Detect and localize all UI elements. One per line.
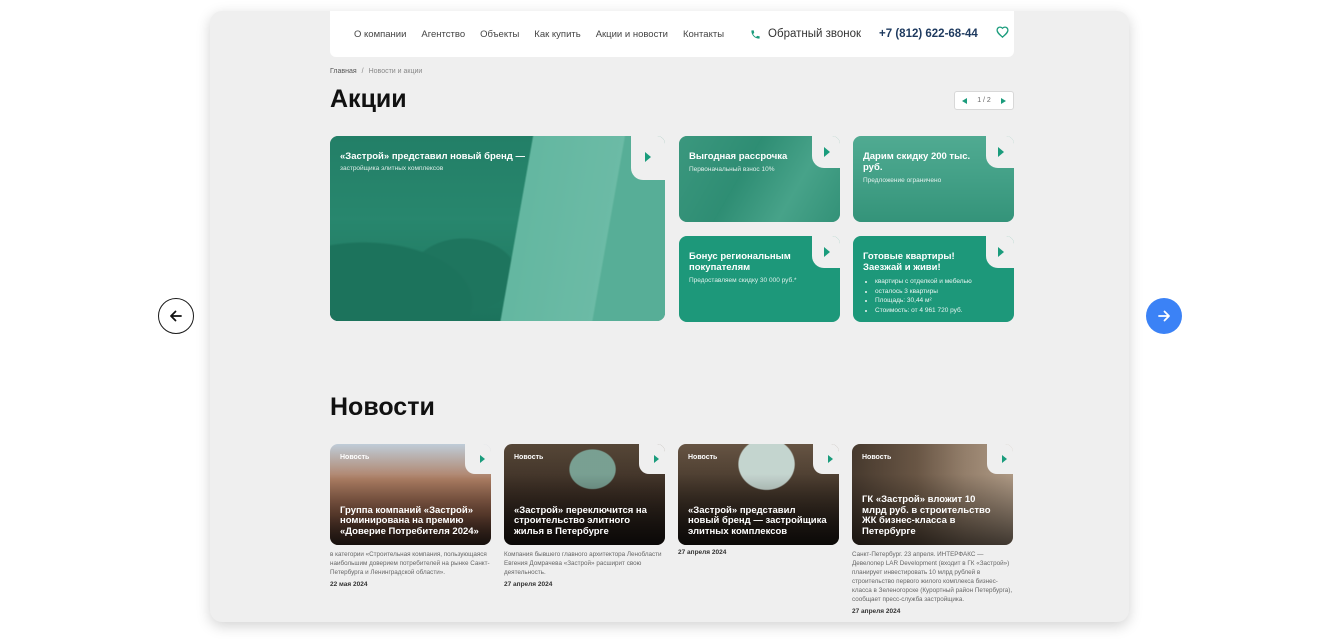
news-description: Компания бывшего главного архитектора Ле… — [504, 551, 662, 576]
news-corner — [813, 444, 839, 474]
nav-item-contacts[interactable]: Контакты — [683, 29, 724, 40]
news-date: 27 апреля 2024 — [678, 549, 727, 556]
pager-counter: 1 / 2 — [977, 97, 991, 104]
news-image: Новость Группа компаний «Застрой» номини… — [330, 444, 491, 545]
pager-prev-icon[interactable] — [962, 97, 967, 104]
play-arrow-icon — [480, 455, 485, 463]
news-title: Новости — [330, 393, 435, 421]
page-screenshot-frame: О компании Агентство Объекты Как купить … — [210, 11, 1129, 622]
promos-title: Акции — [330, 85, 407, 113]
nav-item-agency[interactable]: Агентство — [421, 29, 465, 40]
news-description: Санкт-Петербург. 23 апреля. ИНТЕРФАКС — … — [852, 551, 1013, 603]
play-arrow-icon — [998, 247, 1004, 257]
play-arrow-icon — [1002, 455, 1007, 463]
phone-icon — [751, 29, 760, 39]
news-description: в категории «Строительная компания, поль… — [330, 551, 490, 576]
news-headline: «Застрой» представил новый бренд — застр… — [688, 504, 827, 537]
news-date: 27 апреля 2024 — [504, 581, 553, 588]
promo-card-new-brand[interactable]: «Застрой» представил новый бренд — застр… — [330, 136, 665, 321]
promos-pager: 1 / 2 — [954, 91, 1014, 110]
promo-corner — [812, 136, 840, 168]
callback-button[interactable]: Обратный звонок — [750, 28, 861, 40]
news-headline: «Застрой» переключится на строительство … — [514, 504, 647, 537]
promo-corner — [986, 236, 1014, 268]
promo-title: Бонус региональным покупателям — [689, 251, 791, 273]
nav-item-about[interactable]: О компании — [354, 29, 406, 40]
news-headline: ГК «Застрой» вложит 10 млрд руб. в строи… — [862, 494, 991, 537]
news-corner — [465, 444, 491, 474]
arrow-left-icon — [170, 310, 182, 322]
play-arrow-icon — [998, 147, 1004, 157]
news-card[interactable]: Новость «Застрой» переключится на строит… — [504, 444, 665, 588]
news-card[interactable]: Новость Группа компаний «Застрой» номини… — [330, 444, 491, 588]
promo-card-regional-bonus[interactable]: Бонус региональным покупателям Предостав… — [679, 236, 840, 322]
promo-title: Готовые квартиры! Заезжай и живи! — [863, 251, 955, 273]
promo-corner — [631, 136, 665, 180]
news-card[interactable]: Новость «Застрой» представил новый бренд… — [678, 444, 839, 556]
favorites-button[interactable] — [996, 25, 1009, 43]
promo-card-ready-apartments[interactable]: Готовые квартиры! Заезжай и живи! кварти… — [853, 236, 1014, 322]
news-image: Новость «Застрой» представил новый бренд… — [678, 444, 839, 545]
promo-card-installment[interactable]: Выгодная рассрочка Первоначальный взнос … — [679, 136, 840, 222]
promo-bullet: Стоимость: от 4 961 720 руб. — [875, 306, 972, 316]
promo-card-discount[interactable]: Дарим скидку 200 тыс. руб. Предложение о… — [853, 136, 1014, 222]
promo-subtitle: застройщика элитных комплексов — [340, 165, 444, 172]
promo-bullet-list: квартиры с отделкой и мебелью осталось 3… — [875, 277, 972, 315]
play-arrow-icon — [824, 247, 830, 257]
news-tag: Новость — [862, 454, 892, 461]
news-date: 27 апреля 2024 — [852, 608, 901, 615]
play-arrow-icon — [654, 455, 659, 463]
breadcrumb-current: Новости и акции — [368, 68, 423, 75]
nav-item-objects[interactable]: Объекты — [480, 29, 519, 40]
prev-slide-button[interactable] — [158, 298, 194, 334]
promo-corner — [812, 236, 840, 268]
news-tag: Новость — [688, 454, 718, 461]
heart-icon — [996, 26, 1009, 39]
breadcrumb-separator: / — [361, 68, 364, 75]
promo-title: Дарим скидку 200 тыс. руб. — [863, 151, 971, 173]
pager-next-icon[interactable] — [1001, 97, 1006, 104]
nav-item-promos-news[interactable]: Акции и новости — [596, 29, 668, 40]
breadcrumb: Главная / Новости и акции — [330, 68, 422, 75]
news-card[interactable]: Новость ГК «Застрой» вложит 10 млрд руб.… — [852, 444, 1013, 615]
promo-title: Выгодная рассрочка — [689, 151, 788, 162]
promo-subtitle: Предоставляем скидку 30 000 руб.* — [689, 277, 797, 284]
news-image: Новость «Застрой» переключится на строит… — [504, 444, 665, 545]
top-navigation: О компании Агентство Объекты Как купить … — [330, 11, 1014, 57]
promo-corner — [986, 136, 1014, 168]
promo-bullet: Площадь: 30,44 м² — [875, 296, 972, 306]
callback-label: Обратный звонок — [768, 28, 862, 40]
next-slide-button[interactable] — [1146, 298, 1182, 334]
nav-item-how-to-buy[interactable]: Как купить — [534, 29, 580, 40]
play-arrow-icon — [828, 455, 833, 463]
promo-bullet: осталось 3 квартиры — [875, 287, 972, 297]
play-arrow-icon — [824, 147, 830, 157]
arrow-right-icon — [1158, 310, 1170, 322]
breadcrumb-home[interactable]: Главная — [330, 68, 357, 75]
news-tag: Новость — [340, 454, 370, 461]
news-image: Новость ГК «Застрой» вложит 10 млрд руб.… — [852, 444, 1013, 545]
news-headline: Группа компаний «Застрой» номинирована н… — [340, 504, 479, 537]
promo-title: «Застрой» представил новый бренд — — [340, 151, 525, 162]
promo-bullet: квартиры с отделкой и мебелью — [875, 277, 972, 287]
news-corner — [639, 444, 665, 474]
play-arrow-icon — [645, 152, 651, 162]
news-date: 22 мая 2024 — [330, 581, 368, 588]
promo-subtitle: Первоначальный взнос 10% — [689, 166, 775, 173]
news-corner — [987, 444, 1013, 474]
news-tag: Новость — [514, 454, 544, 461]
phone-number-link[interactable]: +7 (812) 622-68-44 — [879, 28, 978, 40]
promo-subtitle: Предложение ограничено — [863, 177, 942, 184]
